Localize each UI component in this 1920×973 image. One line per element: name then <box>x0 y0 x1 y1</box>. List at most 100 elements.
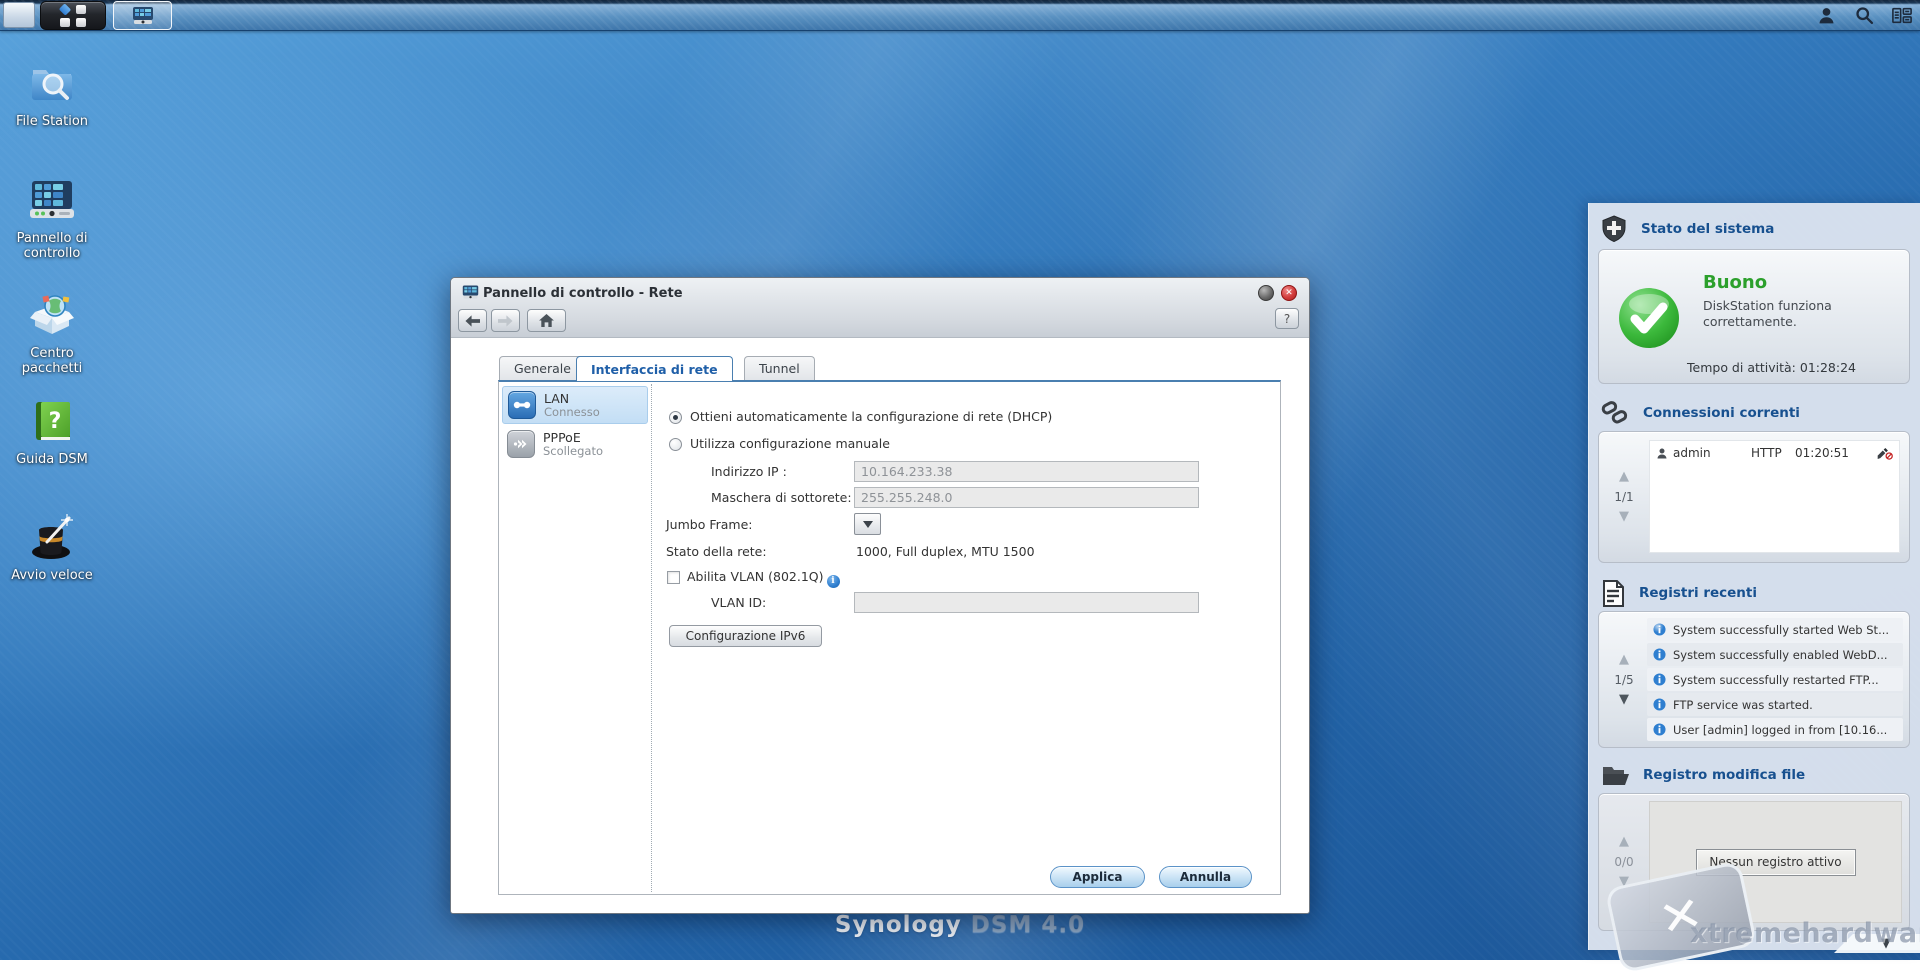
pager-label: 0/0 <box>1614 855 1633 869</box>
page-up-icon[interactable]: ▲ <box>1619 472 1629 482</box>
manual-config-radio[interactable] <box>669 438 682 451</box>
interface-item-pppoe[interactable]: PPPoE Scollegato <box>502 426 648 462</box>
info-icon <box>1653 698 1666 711</box>
apply-button[interactable]: Applica <box>1050 866 1145 888</box>
svg-text:?: ? <box>49 409 62 434</box>
user-icon <box>1656 447 1668 460</box>
logs-pager: ▲ 1/5 ▼ <box>1599 612 1649 747</box>
desktop-icon-control-panel[interactable]: Pannello di controllo <box>4 175 100 261</box>
log-text: User [admin] logged in from [10.16... <box>1673 723 1887 737</box>
page-down-icon[interactable]: ▼ <box>1619 512 1629 522</box>
search-icon[interactable] <box>1852 4 1876 28</box>
ip-label: Indirizzo IP : <box>711 464 787 479</box>
jumbo-frame-select[interactable] <box>854 513 881 535</box>
file-log-panel: ▲ 0/0 ▼ Nessun registro attivo <box>1598 793 1910 931</box>
info-icon <box>1653 723 1666 736</box>
file-log-area: Nessun registro attivo <box>1649 801 1902 923</box>
log-text: FTP service was started. <box>1673 698 1813 712</box>
interface-status: Scollegato <box>543 445 603 458</box>
tab-tunnel[interactable]: Tunnel <box>744 356 815 380</box>
ipv6-config-button[interactable]: Configurazione IPv6 <box>669 625 822 647</box>
uptime-text: Tempo di attività: 01:28:24 <box>1687 360 1856 375</box>
page-down-icon[interactable]: ▼ <box>1619 695 1629 705</box>
connections-header: Connessioni correnti <box>1601 399 1800 427</box>
log-list: System successfully started Web St... Sy… <box>1647 618 1903 741</box>
back-button[interactable] <box>458 309 487 332</box>
dhcp-radio[interactable] <box>669 411 682 424</box>
dsm-help-icon: ? <box>27 396 77 446</box>
log-row: System successfully enabled WebD... <box>1647 643 1903 666</box>
connection-protocol: HTTP <box>1751 446 1795 460</box>
taskbar <box>0 0 1920 31</box>
vlan-label-text: Abilita VLAN (802.1Q) <box>687 569 824 584</box>
info-icon[interactable]: i <box>827 575 840 588</box>
log-row: User [admin] logged in from [10.16... <box>1647 718 1903 741</box>
interface-item-lan[interactable]: LAN Connesso <box>502 386 648 424</box>
system-status-panel: Buono DiskStation funziona correttamente… <box>1598 249 1910 384</box>
tab-generale[interactable]: Generale <box>499 356 586 380</box>
desktop-icon-package-center[interactable]: Centro pacchetti <box>4 290 100 376</box>
cancel-button[interactable]: Annulla <box>1159 866 1252 888</box>
connection-row: admin HTTP 01:20:51 <box>1650 441 1899 465</box>
network-status-value: 1000, Full duplex, MTU 1500 <box>856 544 1035 559</box>
log-text: System successfully started Web St... <box>1673 623 1889 637</box>
status-state: Buono <box>1703 272 1767 293</box>
tab-interfaccia-di-rete[interactable]: Interfaccia di rete <box>576 356 733 381</box>
link-icon <box>1601 400 1629 426</box>
network-status-label: Stato della rete: <box>666 544 767 559</box>
page-up-icon[interactable]: ▲ <box>1619 837 1629 847</box>
close-button[interactable]: ✕ <box>1281 285 1297 301</box>
recent-logs-header: Registri recenti <box>1601 579 1757 607</box>
show-desktop-button[interactable] <box>3 2 35 28</box>
jumbo-frame-label: Jumbo Frame: <box>666 517 753 532</box>
subnet-mask-field: 255.255.248.0 <box>854 487 1199 508</box>
vlan-checkbox[interactable] <box>667 571 680 584</box>
info-icon <box>1653 648 1666 661</box>
home-button[interactable] <box>527 309 566 332</box>
help-button[interactable]: ? <box>1275 308 1299 329</box>
minimize-button[interactable] <box>1258 285 1274 301</box>
system-health-widget: Stato del sistema Buono DiskStation funz… <box>1588 203 1920 950</box>
info-icon <box>1653 623 1666 636</box>
list-divider <box>651 384 652 892</box>
page-up-icon[interactable]: ▲ <box>1619 655 1629 665</box>
pppoe-icon <box>507 430 535 458</box>
main-menu-button[interactable] <box>40 1 106 30</box>
widget-collapse-tab[interactable]: ▼ <box>1834 934 1920 953</box>
pilot-view-icon[interactable] <box>1890 4 1914 28</box>
section-title: Registri recenti <box>1639 585 1757 601</box>
tab-content-panel: LAN Connesso PPPoE Scollegato Ottieni au… <box>498 380 1281 895</box>
ip-field: 10.164.233.38 <box>854 461 1199 482</box>
kill-connection-icon[interactable] <box>1876 447 1893 460</box>
tab-label: Interfaccia di rete <box>591 362 718 377</box>
manual-radio-label: Utilizza configurazione manuale <box>690 436 890 451</box>
desktop-icon-label: Centro pacchetti <box>4 346 100 376</box>
ipv6-button-label: Configurazione IPv6 <box>686 629 806 643</box>
taskbar-item-control-panel[interactable] <box>113 1 172 30</box>
chevron-down-icon: ▼ <box>1881 939 1891 949</box>
pager-label: 1/1 <box>1614 490 1633 504</box>
desktop-icon-dsm-help[interactable]: ? Guida DSM <box>4 396 100 467</box>
cancel-label: Annulla <box>1180 870 1231 884</box>
interface-status: Connesso <box>544 406 600 419</box>
file-log-header: Registro modifica file <box>1601 761 1805 789</box>
recent-logs-panel: ▲ 1/5 ▼ System successfully started Web … <box>1598 611 1910 748</box>
desktop-icon-label: Pannello di controllo <box>4 231 100 261</box>
desktop-icon-file-station[interactable]: File Station <box>4 58 100 129</box>
page-down-icon[interactable]: ▼ <box>1619 877 1629 887</box>
apply-label: Applica <box>1073 870 1123 884</box>
vlan-id-field <box>854 592 1199 613</box>
status-description: DiskStation funziona correttamente. <box>1703 298 1868 330</box>
shield-icon <box>1601 215 1627 243</box>
desktop-icon-quick-start[interactable]: Avvio veloce <box>4 512 100 583</box>
section-title: Registro modifica file <box>1643 767 1805 783</box>
forward-button[interactable] <box>491 309 520 332</box>
dhcp-radio-label: Ottieni automaticamente la configurazion… <box>690 409 1052 424</box>
interface-name: PPPoE <box>543 431 603 445</box>
desktop-icon-label: Avvio veloce <box>4 568 100 583</box>
section-title: Connessioni correnti <box>1643 405 1800 421</box>
interface-list: LAN Connesso PPPoE Scollegato <box>502 386 648 464</box>
user-icon[interactable] <box>1814 4 1838 28</box>
package-center-icon <box>27 290 77 340</box>
chevron-down-icon <box>863 521 873 528</box>
